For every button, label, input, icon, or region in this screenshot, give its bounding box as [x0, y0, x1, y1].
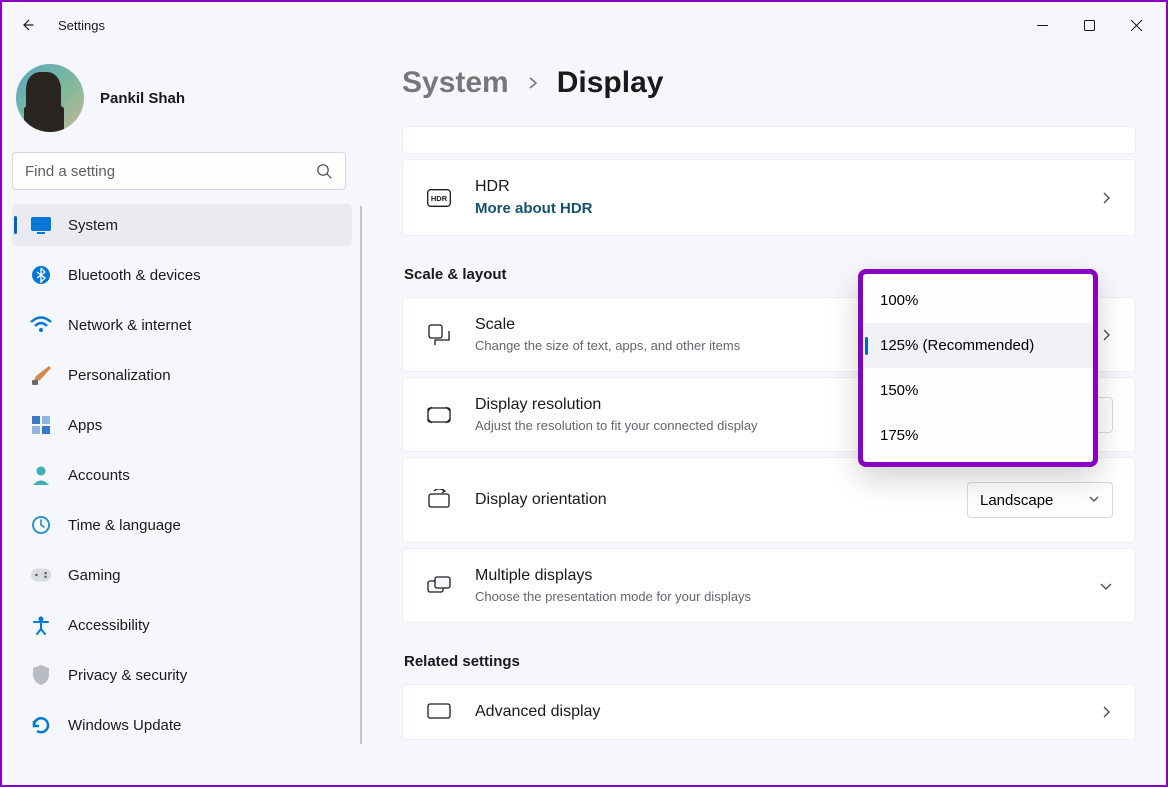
- breadcrumb-parent[interactable]: System: [402, 66, 509, 100]
- sidebar-item-label: Privacy & security: [68, 667, 187, 684]
- multiple-displays-icon: [425, 576, 453, 596]
- card-title: HDR: [475, 178, 1099, 196]
- scale-dropdown-panel[interactable]: 100% 125% (Recommended) 150% 175%: [858, 269, 1098, 467]
- breadcrumb: System Display: [402, 66, 1136, 100]
- advanced-display-icon: [425, 703, 453, 721]
- sidebar-item-label: Accounts: [68, 467, 130, 484]
- hdr-icon: HDR: [425, 189, 453, 207]
- gaming-icon: [30, 564, 52, 586]
- card-title: Multiple displays: [475, 567, 1099, 585]
- window-title: Settings: [58, 18, 105, 33]
- close-icon: [1131, 20, 1142, 31]
- profile-block[interactable]: Pankil Shah: [12, 58, 362, 148]
- sidebar-item-label: Gaming: [68, 567, 121, 584]
- minimize-button[interactable]: [1019, 9, 1066, 41]
- nav-list: System Bluetooth & devices Network & int…: [12, 204, 362, 746]
- scale-option-label: 125% (Recommended): [880, 337, 1034, 354]
- card-title: Advanced display: [475, 703, 1099, 721]
- sidebar-item-label: Accessibility: [68, 617, 150, 634]
- system-icon: [30, 214, 52, 236]
- orientation-icon: [425, 489, 453, 511]
- search-box[interactable]: [12, 152, 346, 190]
- sidebar-item-label: Bluetooth & devices: [68, 267, 201, 284]
- maximize-icon: [1084, 20, 1095, 31]
- scale-option-label: 100%: [880, 292, 918, 309]
- scale-option[interactable]: 175%: [863, 413, 1093, 458]
- sidebar-item-label: Time & language: [68, 517, 181, 534]
- sidebar-item-system[interactable]: System: [12, 204, 352, 246]
- sidebar-item-label: Personalization: [68, 367, 171, 384]
- card-advanced-display[interactable]: Advanced display: [402, 684, 1136, 740]
- card-orientation[interactable]: Display orientation Landscape: [402, 457, 1136, 543]
- minimize-icon: [1037, 20, 1048, 31]
- close-button[interactable]: [1113, 9, 1160, 41]
- back-arrow-icon: [19, 17, 35, 33]
- resolution-icon: [425, 405, 453, 425]
- scale-option[interactable]: 150%: [863, 368, 1093, 413]
- update-icon: [30, 714, 52, 736]
- sidebar-item-brush[interactable]: Personalization: [12, 354, 352, 396]
- section-related: Related settings: [404, 653, 1136, 670]
- orientation-value: Landscape: [980, 492, 1053, 509]
- sidebar-item-shield[interactable]: Privacy & security: [12, 654, 352, 696]
- person-icon: [30, 464, 52, 486]
- sidebar: Pankil Shah System Bluetooth & devices N…: [2, 48, 362, 785]
- sidebar-item-update[interactable]: Windows Update: [12, 704, 352, 746]
- orientation-select[interactable]: Landscape: [967, 482, 1113, 518]
- hdr-link[interactable]: More about HDR: [475, 200, 1099, 217]
- back-button[interactable]: [8, 6, 46, 44]
- wifi-icon: [30, 314, 52, 336]
- chevron-right-icon: [1099, 705, 1113, 719]
- card-multiple-displays[interactable]: Multiple displays Choose the presentatio…: [402, 548, 1136, 623]
- search-input[interactable]: [25, 163, 316, 180]
- scale-option-label: 150%: [880, 382, 918, 399]
- chevron-right-icon: [527, 72, 539, 95]
- scale-option-label: 175%: [880, 427, 918, 444]
- time-icon: [30, 514, 52, 536]
- sidebar-item-wifi[interactable]: Network & internet: [12, 304, 352, 346]
- search-icon: [316, 163, 333, 180]
- sidebar-item-apps[interactable]: Apps: [12, 404, 352, 446]
- sidebar-item-person[interactable]: Accounts: [12, 454, 352, 496]
- breadcrumb-current: Display: [557, 66, 664, 100]
- avatar: [16, 64, 84, 132]
- sidebar-item-label: Network & internet: [68, 317, 191, 334]
- sidebar-item-label: System: [68, 217, 118, 234]
- partial-card[interactable]: [402, 126, 1136, 154]
- apps-icon: [30, 414, 52, 436]
- sidebar-item-gaming[interactable]: Gaming: [12, 554, 352, 596]
- brush-icon: [30, 364, 52, 386]
- profile-name: Pankil Shah: [100, 90, 185, 107]
- scale-option[interactable]: 100%: [863, 278, 1093, 323]
- chevron-right-icon: [1099, 328, 1113, 342]
- scale-icon: [425, 324, 453, 346]
- sidebar-item-accessibility[interactable]: Accessibility: [12, 604, 352, 646]
- chevron-right-icon: [1099, 191, 1113, 205]
- svg-text:HDR: HDR: [431, 194, 448, 203]
- accessibility-icon: [30, 614, 52, 636]
- sidebar-item-bluetooth[interactable]: Bluetooth & devices: [12, 254, 352, 296]
- chevron-down-icon: [1088, 492, 1100, 509]
- scale-option[interactable]: 125% (Recommended): [863, 323, 1093, 368]
- chevron-down-icon: [1099, 579, 1113, 593]
- bluetooth-icon: [30, 264, 52, 286]
- card-hdr[interactable]: HDR HDR More about HDR: [402, 159, 1136, 236]
- window-titlebar: Settings: [2, 2, 1166, 48]
- card-subtitle: Choose the presentation mode for your di…: [475, 589, 1099, 604]
- sidebar-item-time[interactable]: Time & language: [12, 504, 352, 546]
- sidebar-item-label: Windows Update: [68, 717, 181, 734]
- maximize-button[interactable]: [1066, 9, 1113, 41]
- sidebar-item-label: Apps: [68, 417, 102, 434]
- shield-icon: [30, 664, 52, 686]
- card-title: Display orientation: [475, 491, 967, 509]
